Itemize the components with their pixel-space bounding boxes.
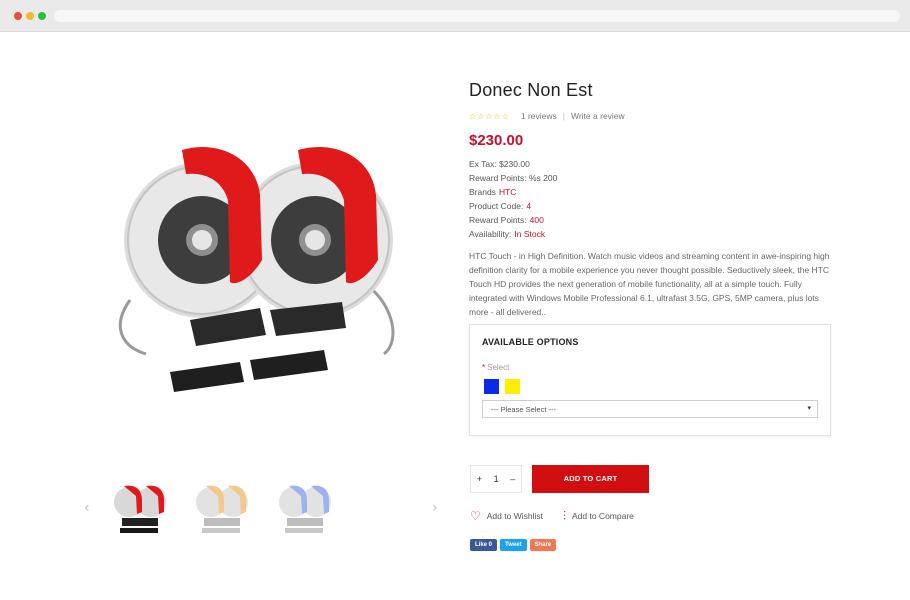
availability-value: In Stock: [514, 229, 546, 239]
available-options-panel: AVAILABLE OPTIONS * Select --- Please Sel…: [469, 324, 831, 436]
meta-value: 400: [529, 215, 544, 225]
quantity-stepper: + 1 –: [470, 465, 522, 493]
select-label-text: Select: [487, 363, 510, 372]
select-label: * Select: [482, 363, 509, 372]
wishlist-action[interactable]: ♡ Add to Wishlist: [470, 509, 543, 523]
product-description: HTC Touch - in High Definition. Watch mu…: [469, 251, 830, 317]
chevron-right-icon[interactable]: ›: [432, 500, 438, 516]
chevron-left-icon[interactable]: ‹: [84, 500, 90, 516]
product-main-image[interactable]: [110, 110, 430, 430]
brand-link[interactable]: HTC: [499, 187, 516, 197]
close-window-icon[interactable]: [14, 12, 22, 20]
select-value: --- Please Select ---: [491, 405, 557, 414]
meta-label: Reward Points: %s 200: [469, 173, 558, 183]
address-bar[interactable]: [54, 10, 900, 22]
meta-row: Ex Tax: $230.00: [469, 157, 834, 171]
compare-label: Add to Compare: [572, 511, 634, 521]
reviews-link[interactable]: 1 reviews: [521, 111, 557, 121]
product-price: $230.00: [469, 132, 524, 149]
meta-label: Availability:: [469, 229, 512, 239]
meta-label: Reward Points:: [469, 215, 527, 225]
swatch-blue[interactable]: [484, 379, 499, 394]
star-rating: ☆ ☆ ☆ ☆ ☆: [469, 112, 509, 121]
sliders-icon: ⫶: [562, 508, 566, 523]
maximize-window-icon[interactable]: [38, 12, 46, 20]
heart-icon: ♡: [470, 509, 481, 523]
meta-row: Product Code: 4: [469, 199, 834, 213]
options-title: AVAILABLE OPTIONS: [482, 337, 579, 347]
rating-row: ☆ ☆ ☆ ☆ ☆ 1 reviews | Write a review: [469, 109, 834, 123]
thumbnail-red[interactable]: [110, 478, 170, 538]
divider: |: [562, 111, 565, 121]
meta-row: Brands HTC: [469, 185, 834, 199]
qty-input[interactable]: 1: [494, 474, 499, 484]
meta-label: Ex Tax: $230.00: [469, 159, 530, 169]
star-icon: ☆: [485, 111, 493, 121]
add-to-cart-button[interactable]: ADD TO CART: [532, 465, 649, 493]
star-icon: ☆: [501, 111, 509, 121]
write-review-link[interactable]: Write a review: [571, 111, 625, 121]
meta-row: Reward Points: 400: [469, 213, 834, 227]
thumbnail-carousel: ‹ ›: [80, 478, 450, 542]
meta-value: 4: [526, 201, 532, 211]
thumbnail-blue[interactable]: [275, 478, 335, 538]
meta-row: Reward Points: %s 200: [469, 171, 834, 185]
option-select[interactable]: --- Please Select --- ▾: [482, 400, 818, 418]
browser-chrome: [0, 0, 910, 32]
meta-row: Availability: In Stock: [469, 227, 834, 241]
required-mark: *: [482, 363, 486, 372]
thumbnail-gold[interactable]: [192, 478, 252, 538]
minimize-window-icon[interactable]: [26, 12, 34, 20]
product-title: Donec Non Est: [469, 80, 593, 100]
star-icon: ☆: [469, 111, 477, 121]
star-icon: ☆: [477, 111, 485, 121]
star-icon: ☆: [493, 111, 501, 121]
wishlist-label: Add to Wishlist: [486, 511, 543, 521]
product-info: Donec Non Est ☆ ☆ ☆ ☆ ☆ 1 reviews | Writ…: [469, 80, 834, 319]
product-meta: Ex Tax: $230.00 Reward Points: %s 200 Br…: [469, 157, 834, 241]
swatch-yellow[interactable]: [505, 379, 520, 394]
meta-label: Brands: [469, 187, 496, 197]
meta-label: Product Code:: [469, 201, 524, 211]
qty-increase-button[interactable]: +: [477, 474, 482, 484]
qty-decrease-button[interactable]: –: [510, 474, 515, 484]
caret-down-icon: ▾: [807, 404, 811, 412]
compare-action[interactable]: ⫶ Add to Compare: [563, 509, 634, 524]
share-button[interactable]: Share: [529, 539, 557, 551]
tweet-button[interactable]: Tweet: [500, 539, 527, 551]
facebook-like-button[interactable]: Like 0: [470, 539, 498, 551]
product-actions: ♡ Add to Wishlist ⫶ Add to Compare: [470, 508, 654, 524]
social-share: Like 0 Tweet Share: [470, 539, 557, 551]
